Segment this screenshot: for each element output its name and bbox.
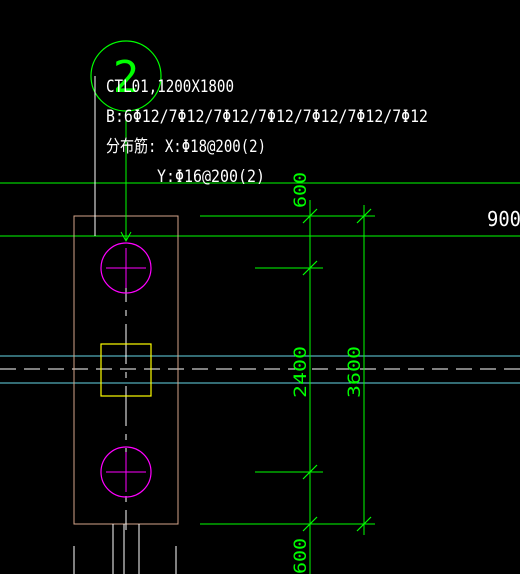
dim-text-middle: 2400 [291,346,311,398]
dim-text-bottom: 600 [291,538,311,574]
callout-line-2: B:6Φ12/7Φ12/7Φ12/7Φ12/7Φ12/7Φ12/7Φ12 [106,107,428,127]
callout-line-3: 分布筋: X:Φ18@200(2) [106,137,266,157]
dim-text-overall: 3600 [345,346,365,398]
callout-line-1: CTL01,1200X1800 [106,77,234,97]
cad-drawing-canvas[interactable]: 2 CTL01,1200X1800 B:6Φ12/7Φ12/7Φ12/7Φ12/… [0,0,520,574]
callout-line-4: Y:Φ16@200(2) [157,167,265,187]
dim-text-right-partial: 900 [487,207,520,231]
dim-text-top: 600 [291,172,311,208]
